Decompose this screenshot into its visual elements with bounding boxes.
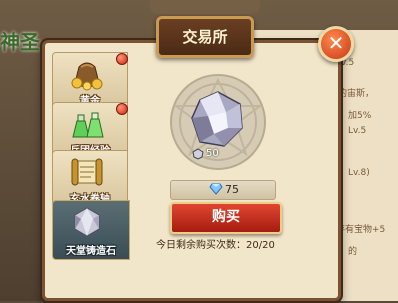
notification-badge [116,103,128,115]
price-value: 75 [225,183,239,196]
tab-paradise-forge-stone[interactable]: 天堂铸造石 [52,200,130,260]
diamond-icon [209,183,223,195]
stone-small-icon [192,148,204,160]
buy-button[interactable]: 购买 [170,202,282,234]
modal-title: 交易所 [156,16,254,58]
background-text: 存有宝物+5 [336,225,386,235]
item-quantity: 50 [206,148,219,159]
background-text: 加5% [348,111,372,121]
background-text: 的 [348,247,358,257]
gold-bag-icon [71,62,103,91]
scroll-icon [71,158,103,186]
notification-badge [116,53,128,65]
close-button[interactable]: ✕ [318,26,354,62]
background-text: Lv.5 [348,126,367,136]
remaining-purchases: 今日剩余购买次数：20/20 [156,236,275,251]
tab-label: 天堂铸造石 [66,246,116,257]
background-top-title [150,0,260,14]
remaining-value: 20/20 [246,240,275,251]
background-text: Lv.8) [348,168,370,178]
green-potion-icon [72,112,104,138]
price-bar: 75 [170,180,276,200]
diamond-stone-icon [74,207,100,237]
background-left-text: 神圣 [0,30,40,54]
background-text: 的宙斯， [338,89,375,99]
remaining-label: 今日剩余购买次数： [156,240,246,251]
